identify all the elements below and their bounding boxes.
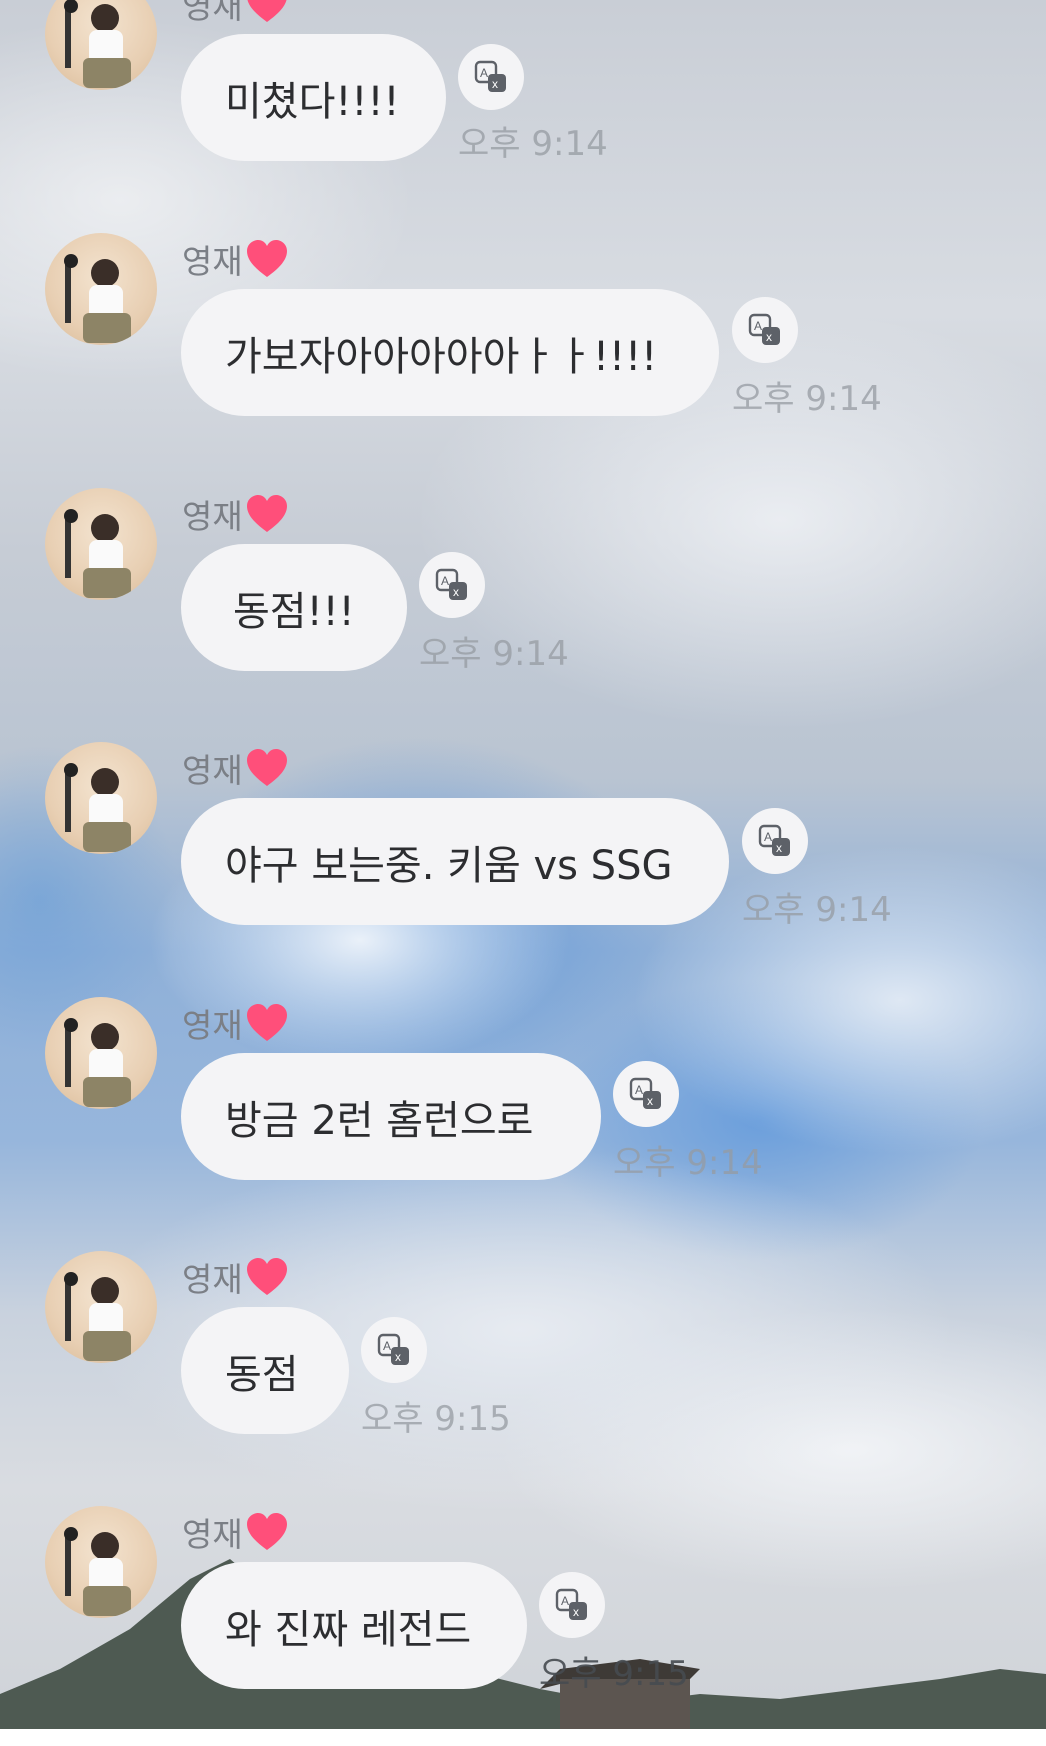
message-time: 오후 9:14 — [742, 890, 892, 930]
message-time: 오후 9:14 — [419, 634, 569, 674]
translate-button[interactable]: Ax — [419, 552, 485, 618]
translate-button[interactable]: Ax — [742, 808, 808, 874]
avatar[interactable] — [45, 1506, 157, 1618]
message-bubble[interactable]: 야구 보는중. 키움 vs SSG — [181, 798, 729, 925]
message-row: 영재 야구 보는중. 키움 vs SSG Ax 오후 9:14 — [0, 742, 1046, 982]
message-time: 오후 9:15 — [539, 1654, 689, 1694]
svg-text:x: x — [573, 1605, 579, 1619]
sender-name: 영재 — [182, 999, 289, 1047]
sender-name: 영재 — [182, 235, 289, 283]
svg-text:A: A — [754, 319, 762, 333]
heart-icon — [246, 749, 287, 786]
heart-icon — [246, 1258, 287, 1295]
message-row: 영재 동점!!! Ax 오후 9:14 — [0, 488, 1046, 728]
message-row: 영재 가보자아아아아아ㅏㅏ!!!! Ax 오후 9:14 — [0, 233, 1046, 473]
svg-text:A: A — [561, 1594, 569, 1608]
translate-button[interactable]: Ax — [458, 44, 524, 110]
avatar[interactable] — [45, 233, 157, 345]
message-row: 영재 미쳤다!!!! Ax 오후 9:14 — [0, 0, 1046, 218]
message-bubble[interactable]: 가보자아아아아아ㅏㅏ!!!! — [181, 289, 719, 416]
sender-name: 영재 — [182, 0, 289, 28]
avatar[interactable] — [45, 488, 157, 600]
translate-icon: Ax — [435, 568, 467, 600]
translate-button[interactable]: Ax — [539, 1572, 605, 1638]
svg-text:A: A — [635, 1083, 643, 1097]
translate-button[interactable]: Ax — [613, 1061, 679, 1127]
svg-text:x: x — [776, 841, 782, 855]
svg-text:x: x — [647, 1094, 653, 1108]
svg-text:A: A — [383, 1339, 391, 1353]
translate-icon: Ax — [474, 60, 506, 92]
sender-name: 영재 — [182, 744, 289, 792]
translate-button[interactable]: Ax — [361, 1317, 427, 1383]
message-time: 오후 9:15 — [361, 1399, 511, 1439]
translate-icon: Ax — [377, 1333, 409, 1365]
svg-text:A: A — [764, 830, 772, 844]
message-time: 오후 9:14 — [613, 1143, 763, 1183]
message-bubble[interactable]: 방금 2런 홈런으로 — [181, 1053, 601, 1180]
svg-text:x: x — [453, 585, 459, 599]
message-time: 오후 9:14 — [732, 379, 882, 419]
translate-button[interactable]: Ax — [732, 297, 798, 363]
message-time: 오후 9:14 — [458, 124, 608, 164]
translate-icon: Ax — [555, 1588, 587, 1620]
avatar[interactable] — [45, 997, 157, 1109]
heart-icon — [246, 240, 287, 277]
message-row: 영재 와 진짜 레전드 Ax 오후 9:15 — [0, 1506, 1046, 1746]
heart-icon — [246, 495, 287, 532]
avatar[interactable] — [45, 742, 157, 854]
svg-text:x: x — [766, 330, 772, 344]
message-bubble[interactable]: 동점 — [181, 1307, 349, 1434]
translate-icon: Ax — [758, 824, 790, 856]
heart-icon — [246, 1004, 287, 1041]
message-row: 영재 방금 2런 홈런으로 Ax 오후 9:14 — [0, 997, 1046, 1237]
svg-text:A: A — [480, 66, 488, 80]
translate-icon: Ax — [629, 1077, 661, 1109]
svg-text:x: x — [395, 1350, 401, 1364]
heart-icon — [247, 0, 287, 22]
message-row: 영재 동점 Ax 오후 9:15 — [0, 1251, 1046, 1491]
message-bubble[interactable]: 동점!!! — [181, 544, 407, 671]
message-bubble[interactable]: 미쳤다!!!! — [181, 34, 446, 161]
sender-name: 영재 — [182, 1253, 289, 1301]
svg-text:x: x — [492, 77, 498, 91]
sender-name: 영재 — [182, 1508, 289, 1556]
translate-icon: Ax — [748, 313, 780, 345]
heart-icon — [246, 1513, 287, 1550]
avatar[interactable] — [45, 1251, 157, 1363]
avatar[interactable] — [45, 0, 157, 90]
svg-text:A: A — [441, 574, 449, 588]
sender-name: 영재 — [182, 490, 289, 538]
message-bubble[interactable]: 와 진짜 레전드 — [181, 1562, 527, 1689]
